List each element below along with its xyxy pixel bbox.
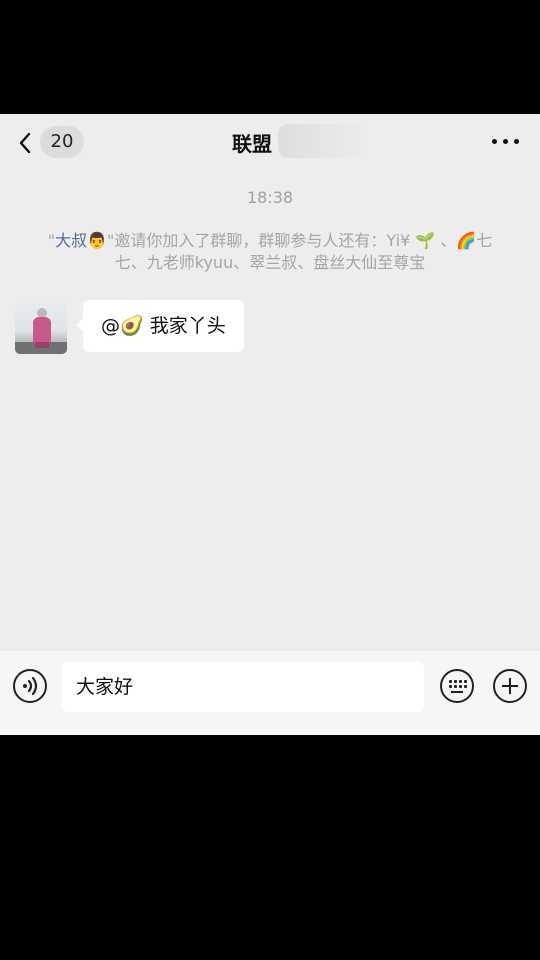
more-functions-button[interactable] [493,669,527,703]
system-message-text: "邀请你加入了群聊，群聊参与人还有：Yi¥ 🌱 、🌈七七、九老师kyuu、翠兰叔… [107,231,493,272]
inviter-name-link[interactable]: 大叔👨 [55,231,107,250]
chevron-left-icon [19,132,31,154]
dot-icon [503,139,508,144]
chat-screen: 20 联盟 18:38 "大叔👨"邀请你加入了群聊，群聊参与人还有：Yi¥ 🌱 … [0,114,540,735]
unread-count-badge: 20 [40,126,84,158]
message-input[interactable]: 大家好 [62,662,424,712]
message-timestamp: 18:38 [246,188,294,207]
quote-mark: " [47,231,56,250]
back-button[interactable]: 20 [14,126,86,160]
dot-icon [514,139,519,144]
avatar-figure-body [33,317,51,343]
voice-icon [23,676,38,696]
chat-title: 联盟 [232,132,272,156]
avatar-figure-legs [35,342,49,348]
emoji-keyboard-button[interactable] [440,669,474,703]
nav-bar: 20 联盟 [0,114,540,170]
input-bar: 大家好 [0,651,540,735]
avatar[interactable] [15,302,67,354]
system-message: "大叔👨"邀请你加入了群聊，群聊参与人还有：Yi¥ 🌱 、🌈七七、九老师kyuu… [40,230,500,274]
voice-input-button[interactable] [13,669,47,703]
message-row: @🥑 我家丫头 [14,300,534,356]
message-bubble[interactable]: @🥑 我家丫头 [76,300,244,352]
blurred-title-suffix [278,124,378,158]
dot-icon [492,139,497,144]
more-options-button[interactable] [488,126,524,156]
